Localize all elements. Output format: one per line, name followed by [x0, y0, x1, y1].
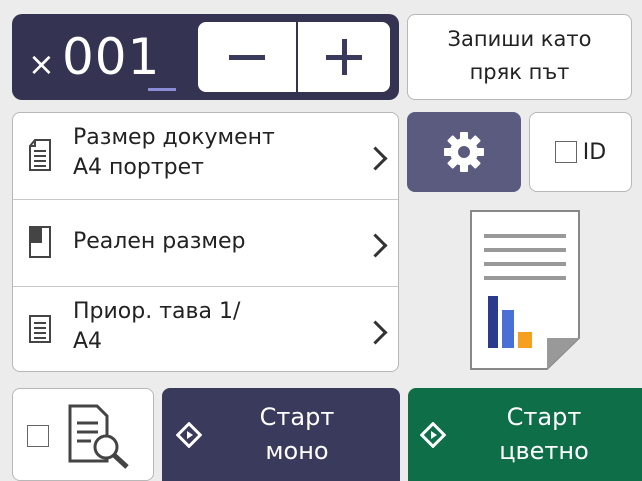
copies-value[interactable]: 001 [62, 26, 160, 88]
page-enlarge-icon [29, 226, 51, 258]
save-as-shortcut-button[interactable]: Запиши като пряк път [407, 14, 632, 100]
setting-tray[interactable]: Приор. тава 1/ A4 [13, 287, 398, 373]
preview-button[interactable] [12, 388, 154, 481]
setting-document-size[interactable]: Размер документ A4 портрет [13, 113, 398, 199]
preview-scan-icon [68, 404, 129, 469]
decrease-copies-button[interactable] [198, 22, 296, 92]
start-mono-button[interactable]: Старт моно [162, 388, 400, 481]
id-copy-checkbox[interactable] [554, 141, 577, 163]
tray-icon [29, 315, 51, 343]
id-copy-label: ID [582, 139, 607, 165]
document-preview-icon [470, 210, 580, 370]
chevron-right-icon [363, 146, 388, 171]
settings-button[interactable] [407, 112, 521, 192]
chevron-right-icon [363, 320, 388, 345]
copies-cursor [148, 88, 176, 91]
setting-label: Размер документ A4 портрет [73, 125, 275, 180]
settings-list: Размер документ A4 портрет Реален размер… [12, 112, 399, 372]
setting-enlarge-reduce[interactable]: Реален размер [13, 200, 398, 286]
start-mono-label: Старт моно [259, 403, 335, 465]
shortcut-label: Запиши като пряк път [447, 27, 592, 84]
document-size-icon [29, 139, 51, 171]
setting-label: Реален размер [73, 229, 246, 254]
start-color-button[interactable]: Старт цветно [408, 388, 642, 481]
id-copy-button[interactable]: ID [529, 112, 632, 192]
preview-checkbox[interactable] [27, 425, 49, 447]
start-icon [420, 422, 446, 448]
start-color-label: Старт цветно [499, 403, 589, 465]
start-icon [176, 422, 202, 448]
chevron-right-icon [363, 233, 388, 258]
gear-icon [444, 132, 484, 172]
minus-icon [229, 54, 265, 60]
plus-icon [326, 39, 362, 75]
increase-copies-button[interactable] [298, 22, 390, 92]
copies-prefix: × [28, 45, 55, 83]
setting-label: Приор. тава 1/ A4 [73, 299, 241, 354]
